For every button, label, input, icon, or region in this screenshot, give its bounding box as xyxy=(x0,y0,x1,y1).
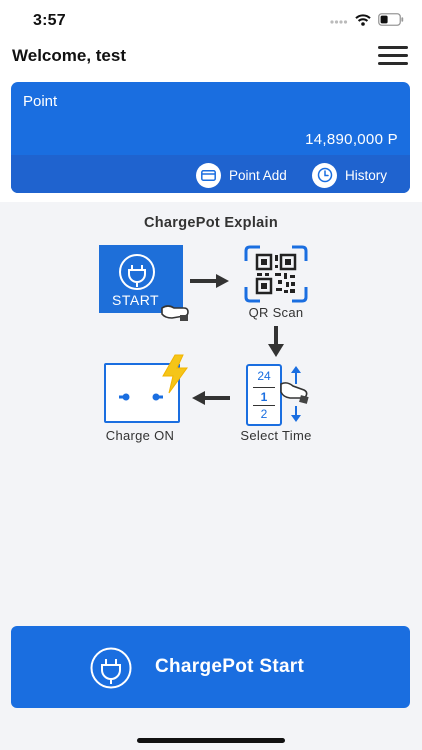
qr-illustration xyxy=(242,245,310,308)
arrow-left-icon xyxy=(191,390,231,411)
status-icons xyxy=(330,13,404,31)
lightning-icon xyxy=(160,354,190,399)
wifi-icon xyxy=(355,13,371,31)
point-value: 14,890,000 P xyxy=(305,131,398,148)
app-header: Welcome, test xyxy=(0,44,422,76)
history-button[interactable]: History xyxy=(312,162,387,188)
time-caption: Select Time xyxy=(240,428,312,443)
signal-icon xyxy=(330,13,348,31)
menu-button[interactable] xyxy=(378,44,408,68)
time-selector-illustration: 24 1 2 xyxy=(246,364,282,426)
clock-icon xyxy=(312,162,337,188)
battery-icon xyxy=(378,13,404,31)
chargepot-start-button[interactable]: ChargePot Start xyxy=(11,626,410,708)
status-time: 3:57 xyxy=(33,12,66,29)
point-add-label: Point Add xyxy=(229,167,287,183)
point-actions-bar: Point Add History xyxy=(11,155,410,193)
start-text: START xyxy=(112,292,160,308)
home-indicator[interactable] xyxy=(137,738,285,743)
point-card: Point 14,890,000 P Point Add History xyxy=(11,82,410,193)
charge-caption: Charge ON xyxy=(105,428,175,443)
point-add-button[interactable]: Point Add xyxy=(196,162,287,188)
welcome-text: Welcome, test xyxy=(12,46,127,65)
time-option-mid: 1 xyxy=(260,390,268,404)
menu-icon xyxy=(378,46,408,49)
card-icon xyxy=(196,162,221,188)
plug-icon xyxy=(89,646,133,695)
hand-swipe-icon xyxy=(278,378,310,409)
explain-title: ChargePot Explain xyxy=(143,215,278,231)
history-label: History xyxy=(345,167,388,183)
point-label: Point xyxy=(23,93,58,110)
status-bar: 3:57 xyxy=(0,0,422,44)
qr-caption: QR Scan xyxy=(248,305,304,320)
time-option-top: 24 xyxy=(257,369,271,383)
arrow-right-icon xyxy=(190,273,230,294)
arrow-down-icon xyxy=(267,326,285,363)
time-option-bottom: 2 xyxy=(260,407,268,421)
hand-tap-icon xyxy=(160,300,190,327)
point-section: Point 14,890,000 P Point Add History xyxy=(0,76,422,202)
cta-label: ChargePot Start xyxy=(155,656,305,677)
